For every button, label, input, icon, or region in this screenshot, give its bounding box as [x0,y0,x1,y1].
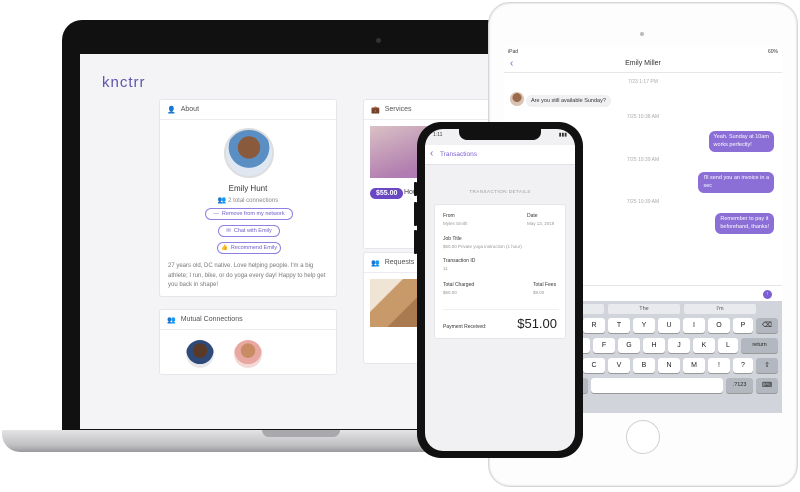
key[interactable]: K [693,338,715,353]
mutual-avatar[interactable] [186,340,214,368]
total-charged-label: Total Charged [443,282,475,288]
laptop-notch [262,430,340,437]
status-time: 1:11 [433,132,443,138]
key[interactable]: J [668,338,690,353]
recommend-button[interactable]: 👍 Recommend Emily [217,242,281,254]
key[interactable]: V [608,358,630,373]
suggestion[interactable]: The [608,304,680,314]
total-charged-value: $60.00 [443,290,457,295]
phone-screen: 1:11 ▮▮▮ ‹ Transactions TRANSACTION DETA… [425,129,575,451]
transaction-id-label: Transaction ID [443,258,476,264]
remove-from-network-button[interactable]: — Remove from my network [205,208,293,220]
payment-received-amount: $51.00 [517,316,557,331]
key[interactable]: ? [733,358,753,373]
connections-count: 👥 2 total connections [217,197,279,204]
chat-button[interactable]: ✉ Chat with Emily [218,225,280,237]
people-icon: 👥 [217,197,227,204]
key[interactable]: G [618,338,640,353]
job-title-value: $60.00 Private yoga instruction (1 hour) [443,244,522,249]
timestamp: 7/23 1:17 PM [628,79,658,85]
people-icon: 👥 [371,259,380,267]
price-badge: $55.00 [370,188,404,199]
phone-side-button [414,202,417,226]
transaction-card: From Myles Smith Date May 13, 2019 Job T… [434,204,566,339]
mutual-title: Mutual Connections [180,316,243,323]
about-title: About [180,106,200,113]
chat-header: ‹ Emily Miller [504,57,782,73]
key[interactable]: M [683,358,705,373]
date-label: Date [527,213,538,219]
thumbs-up-icon: 👍 [220,245,228,251]
divider [443,309,559,310]
return-key[interactable]: return [741,338,778,353]
key[interactable]: N [658,358,680,373]
page-title[interactable]: Transactions [440,151,477,158]
key[interactable]: I [683,318,705,333]
from-value: Myles Smith [443,221,468,226]
key[interactable]: L [718,338,738,353]
mutual-connections-card: 👥 Mutual Connections [159,309,337,375]
message-incoming: Are you still available Sunday? [526,95,611,107]
profile-name: Emily Hunt [228,184,268,193]
backspace-icon[interactable]: ⌫ [756,318,778,333]
chat-icon: ✉ [226,228,231,234]
status-bar: iPad 60% [508,49,778,55]
requests-title: Requests [384,259,415,266]
bio-text: 27 years old, DC native. Love helping pe… [168,263,326,288]
about-card: 👤 About Emily Hunt 👥 2 total connections… [159,99,337,297]
key[interactable]: F [593,338,615,353]
services-title: Services [384,106,412,113]
user-icon: 👤 [167,106,176,114]
key[interactable]: C [583,358,605,373]
key[interactable]: P [733,318,753,333]
brand-logo[interactable]: knctrr [102,74,146,91]
avatar [224,128,274,178]
message-outgoing: I'll send you an invoice in a sec [698,172,774,193]
keyboard-hide-icon[interactable]: ⌨ [756,378,778,393]
chat-title: Emily Miller [625,60,661,67]
section-header: TRANSACTION DETAILS [469,189,531,194]
numbers-key[interactable]: .?123 [726,378,753,393]
people-icon: 👥 [167,316,176,324]
back-chevron-icon[interactable]: ‹ [430,148,433,159]
key[interactable]: ! [708,358,730,373]
tablet-camera [640,32,644,36]
phone-header: ‹ Transactions [425,145,575,165]
minus-icon: — [213,211,219,217]
send-arrow-icon[interactable]: ↑ [763,290,772,299]
key[interactable]: O [708,318,730,333]
phone-side-button [414,182,417,196]
laptop-camera [376,38,381,43]
mutual-avatar[interactable] [234,340,262,368]
total-fees-label: Total Fees [533,282,557,288]
total-fees-value: $9.00 [533,290,545,295]
briefcase-icon: 💼 [371,106,380,114]
phone-notch [459,129,541,140]
key[interactable]: R [583,318,605,333]
space-bar[interactable] [591,378,723,393]
transaction-id-value: 11 [443,266,448,271]
shift-icon[interactable]: ⇧ [756,358,778,373]
phone-side-button [414,230,417,254]
key[interactable]: B [633,358,655,373]
key[interactable]: T [608,318,630,333]
timestamp: 7/25 10:38 AM [626,114,660,120]
date-value: May 13, 2019 [527,221,555,226]
avatar [510,92,524,106]
suggestion[interactable]: I'm [684,304,756,314]
from-label: From [443,213,455,219]
message-outgoing: Yeah. Sunday at 10am works perfectly! [708,131,774,152]
job-title-label: Job Title [443,236,462,242]
battery-icon: ▮▮▮ [558,132,567,138]
payment-received-label: Payment Received: [443,324,487,330]
key[interactable]: U [658,318,680,333]
key[interactable]: H [643,338,665,353]
key[interactable]: Y [633,318,655,333]
message-outgoing: Remember to pay it beforehand, thanks! [715,213,774,234]
home-button[interactable] [626,420,660,454]
